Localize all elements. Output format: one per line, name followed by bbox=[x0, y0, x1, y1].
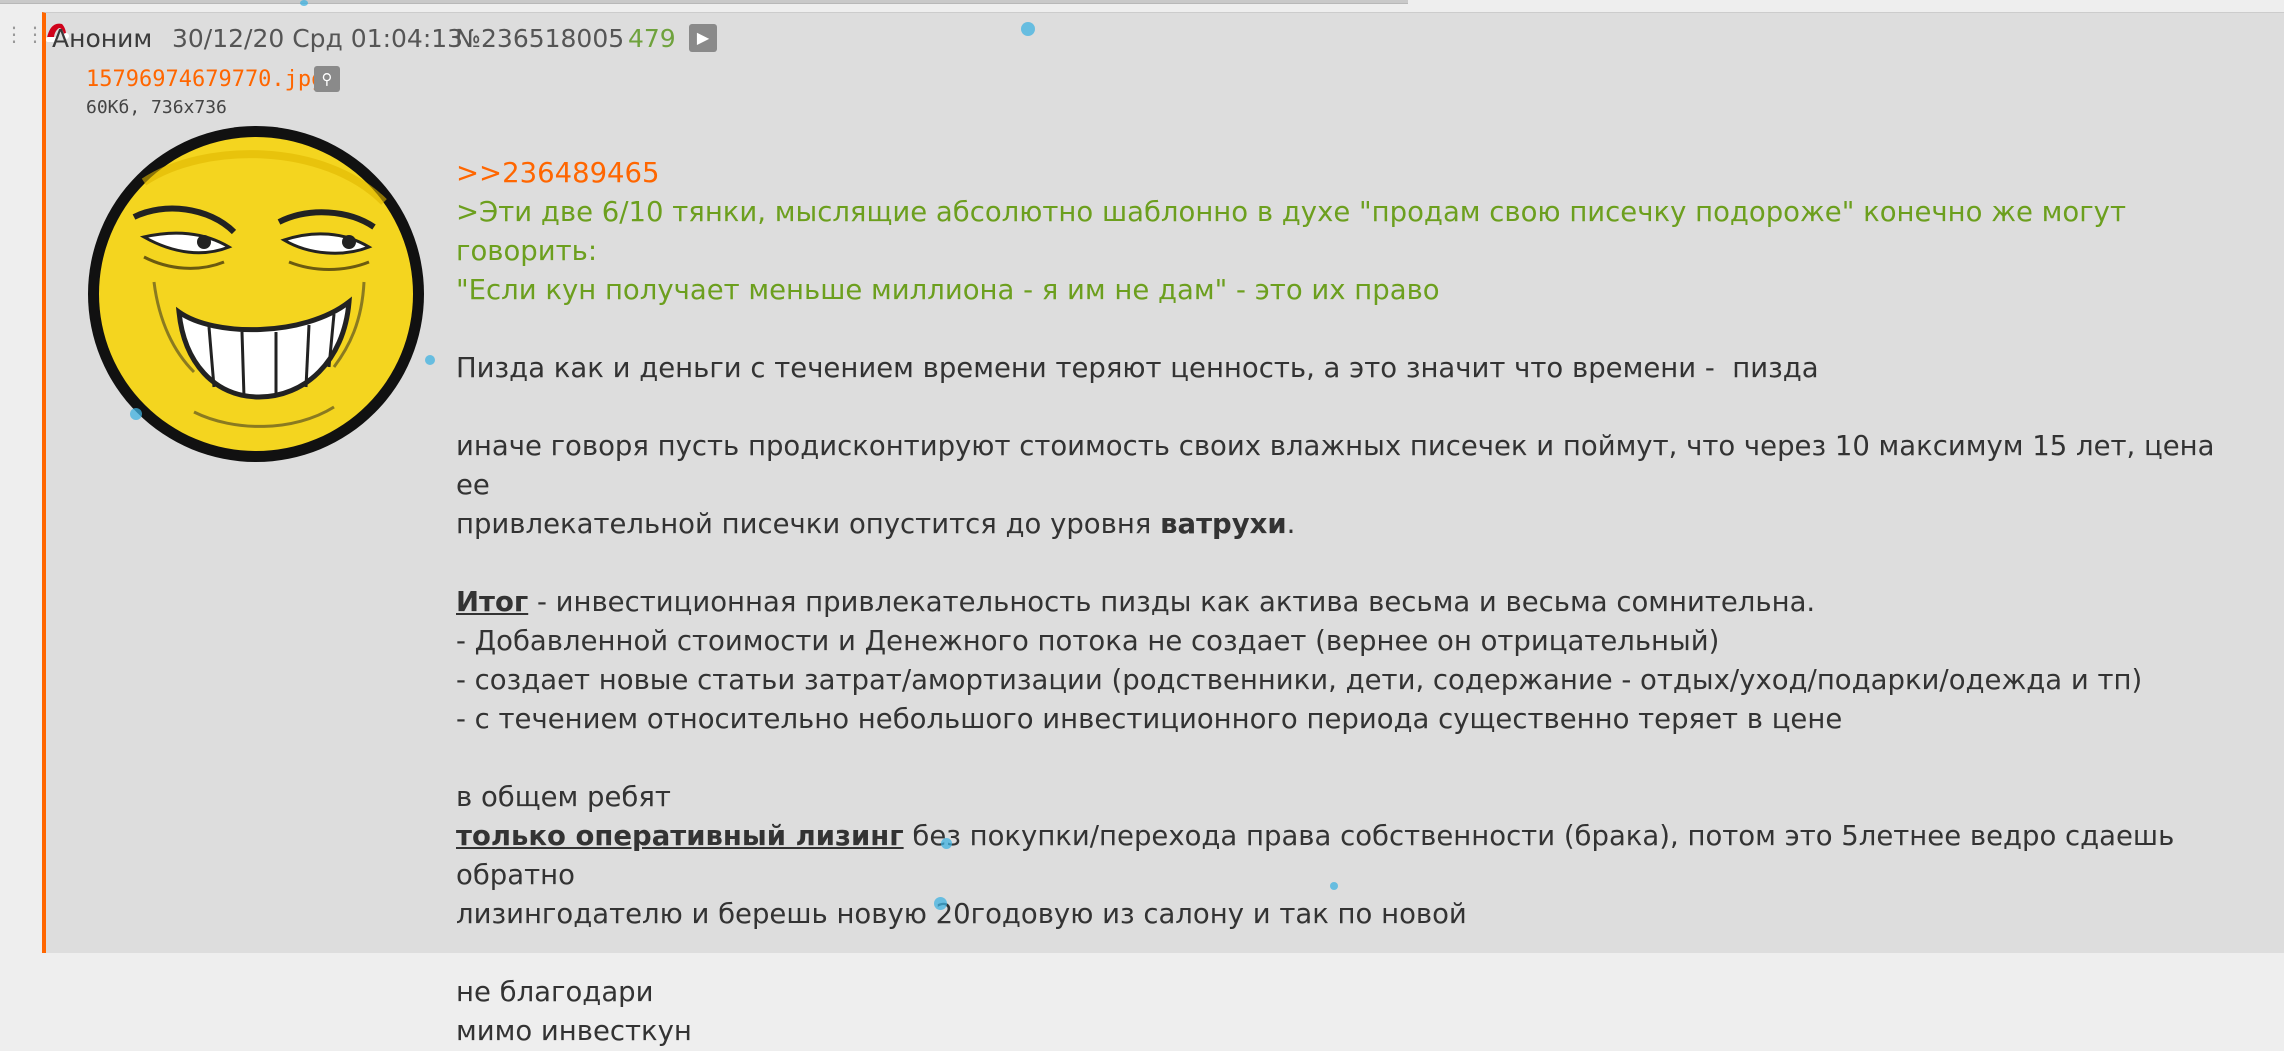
snowflake-sparkle bbox=[1021, 22, 1035, 36]
snowflake-sparkle bbox=[425, 355, 435, 365]
paragraph-text: только оперативный лизинг без покупки/пе… bbox=[456, 820, 2184, 891]
signature-text: мимо инвесткун bbox=[456, 1015, 692, 1047]
post-number-link[interactable]: №236518005 bbox=[455, 24, 624, 54]
file-name-link[interactable]: 15796974679770.jpg bbox=[86, 66, 324, 94]
play-icon[interactable]: ▶ bbox=[689, 24, 717, 52]
quote-line: >Эти две 6/10 тянки, мыслящие абсолютно … bbox=[456, 196, 2135, 267]
snowflake-sparkle bbox=[941, 838, 952, 849]
snowflake-sparkle bbox=[934, 897, 947, 910]
paragraph-text: Пизда как и деньги с течением времени те… bbox=[456, 352, 1819, 384]
top-divider bbox=[0, 0, 1408, 4]
snowflake-sparkle bbox=[300, 0, 308, 6]
bullet-item: - с течением относительно небольшого инв… bbox=[456, 703, 1843, 735]
summary-line: Итог - инвестиционная привлекательность … bbox=[456, 586, 1816, 618]
quote-line: "Если кун получает меньше миллиона - я и… bbox=[456, 274, 1440, 306]
paragraph-text: в общем ребят bbox=[456, 781, 671, 813]
post-author: Аноним bbox=[52, 24, 153, 53]
search-icon[interactable]: ⚲ bbox=[314, 66, 340, 92]
post-counter: 479 bbox=[628, 24, 676, 53]
summary-title: Итог bbox=[456, 586, 529, 618]
post-date: 30/12/20 Срд 01:04:13 bbox=[172, 24, 464, 53]
closing-text: не благодари bbox=[456, 976, 654, 1008]
reply-link[interactable]: >>236489465 bbox=[456, 157, 660, 189]
paragraph-text: привлекательной писечки опустится до уро… bbox=[456, 508, 1296, 540]
snowflake-sparkle bbox=[130, 408, 142, 420]
post-body: >>236489465 >Эти две 6/10 тянки, мыслящи… bbox=[456, 154, 2256, 1051]
file-info: 60Кб, 736x736 bbox=[86, 97, 227, 118]
bullet-item: - создает новые статьи затрат/амортизаци… bbox=[456, 664, 2143, 696]
post-menu-icon[interactable]: ⋮⋮ bbox=[4, 22, 46, 46]
paragraph-text: лизингодателю и берешь новую 20годовую и… bbox=[456, 898, 1467, 930]
snowflake-sparkle bbox=[1330, 882, 1338, 890]
bullet-item: - Добавленной стоимости и Денежного пото… bbox=[456, 625, 1720, 657]
bold-text: ватрухи bbox=[1160, 508, 1287, 540]
paragraph-text: иначе говоря пусть продисконтируют стоим… bbox=[456, 430, 2224, 501]
bold-underline-text: только оперативный лизинг bbox=[456, 820, 904, 852]
